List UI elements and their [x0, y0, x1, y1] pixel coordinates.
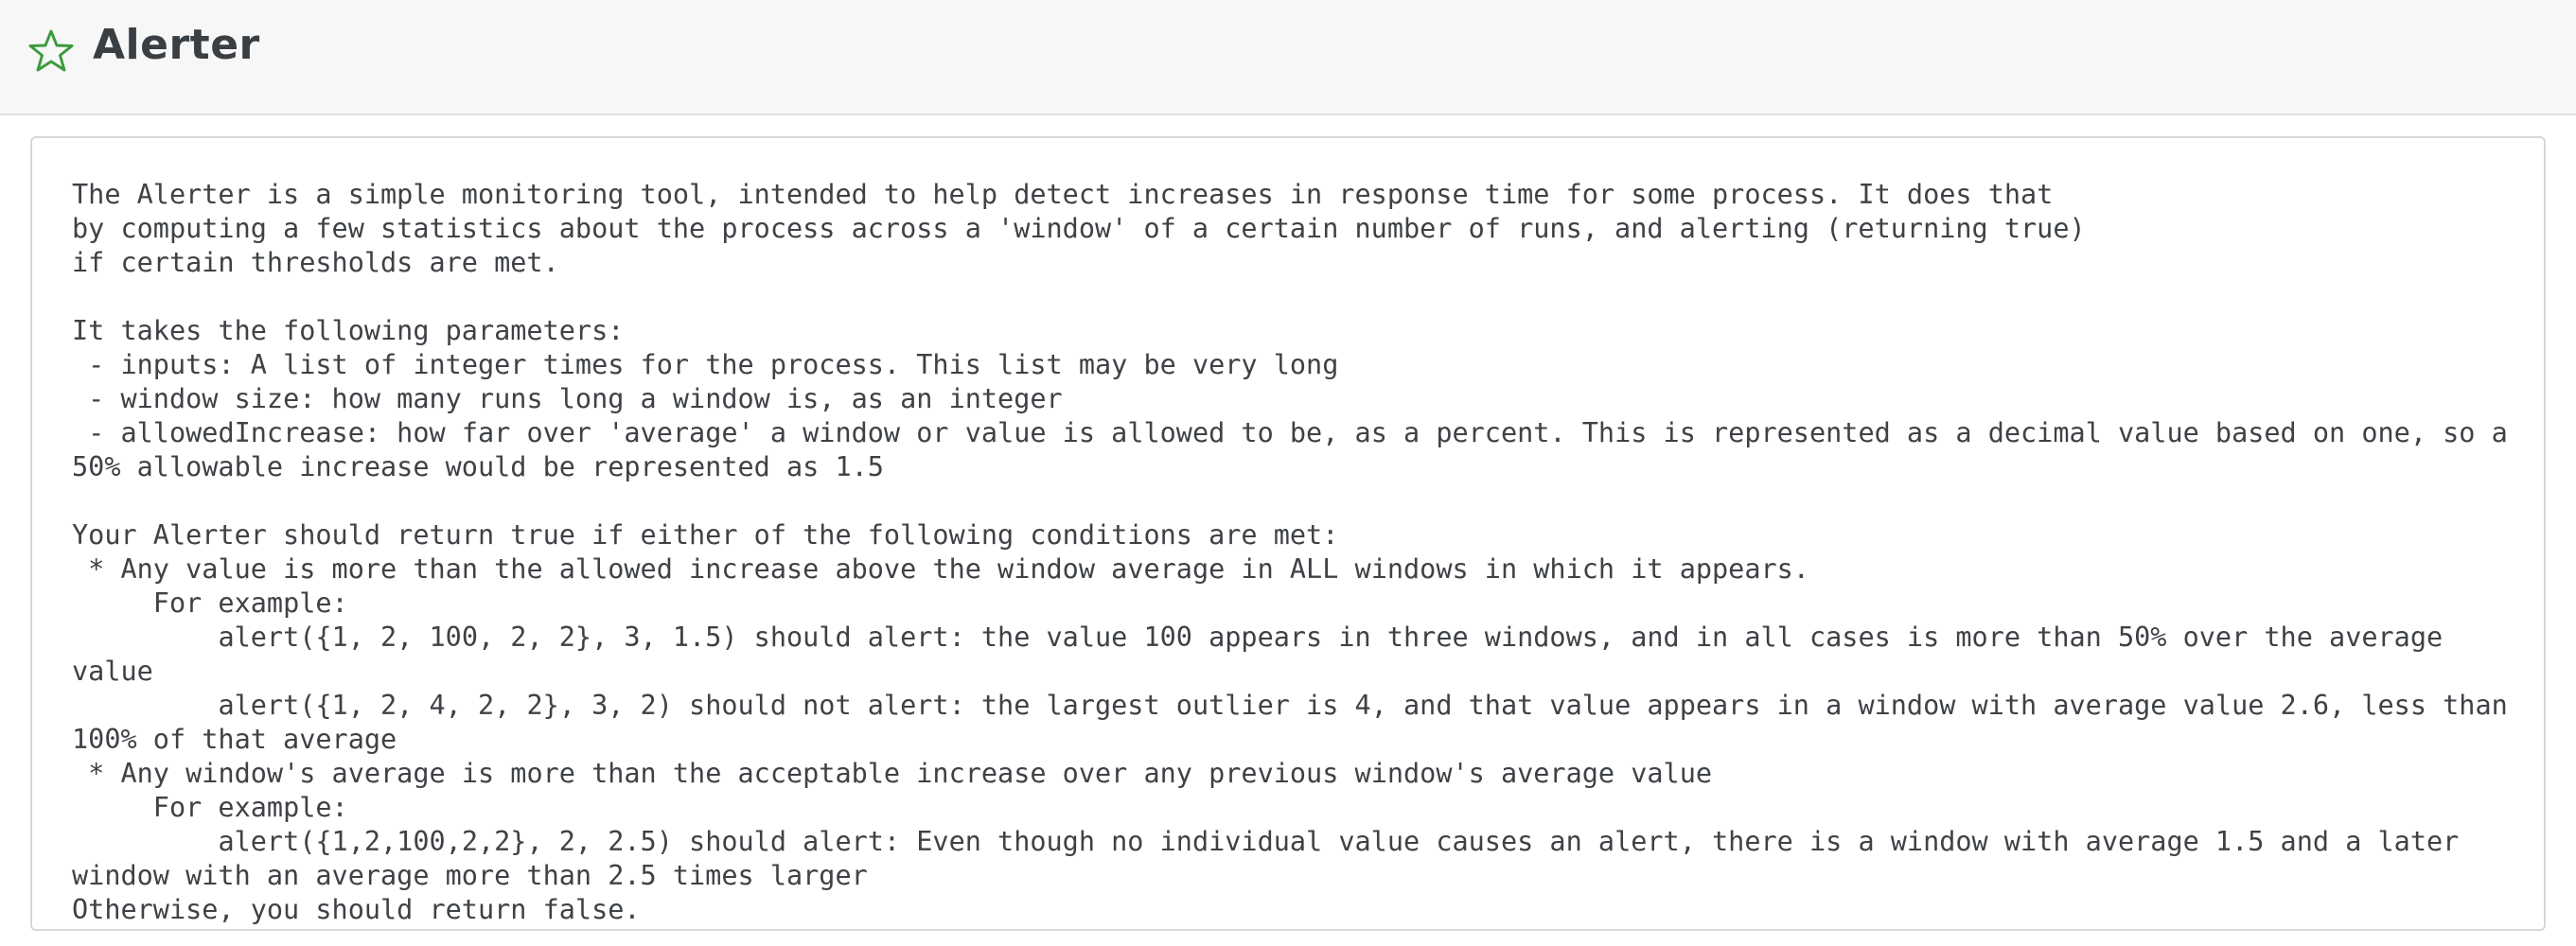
- page-title: Alerter: [93, 21, 260, 69]
- description-panel: The Alerter is a simple monitoring tool,…: [30, 136, 2546, 931]
- page-header: Alerter: [0, 0, 2576, 115]
- problem-description: The Alerter is a simple monitoring tool,…: [72, 179, 2508, 925]
- star-outline-icon[interactable]: [28, 28, 74, 74]
